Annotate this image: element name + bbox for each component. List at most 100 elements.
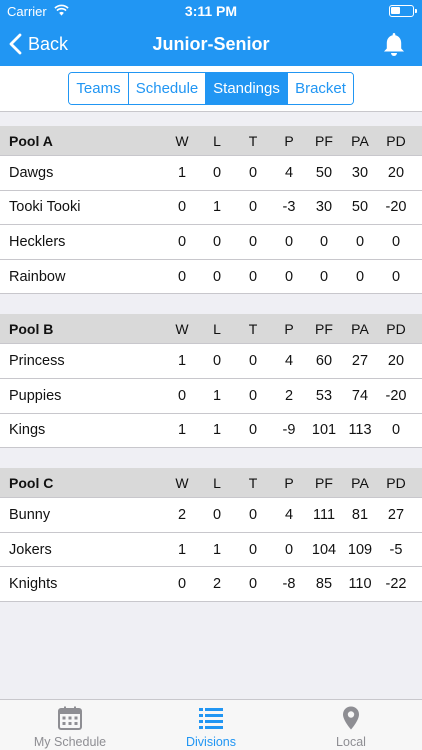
team-name: Bunny xyxy=(9,506,51,523)
standings-row[interactable]: Kings 1 1 0 -9 101 113 0 xyxy=(0,413,422,449)
stat-points-against: 110 xyxy=(348,576,372,593)
stat-ties: 0 xyxy=(248,541,258,558)
column-header-losses: L xyxy=(213,474,221,491)
standings-row[interactable]: Rainbow 0 0 0 0 0 0 0 xyxy=(0,259,422,295)
tab-local[interactable]: Local xyxy=(281,700,421,750)
list-icon xyxy=(199,708,223,729)
column-header-points-against: PA xyxy=(351,320,369,337)
standings-row[interactable]: Hecklers 0 0 0 0 0 0 0 xyxy=(0,225,422,260)
stat-wins: 1 xyxy=(177,353,187,370)
standings-row[interactable]: Knights 0 2 0 -8 85 110 -22 xyxy=(0,567,422,602)
stat-points-against: 74 xyxy=(351,387,369,404)
stat-wins: 0 xyxy=(177,576,187,593)
stat-points: 0 xyxy=(284,541,294,558)
standings-row[interactable]: Jokers 1 1 0 0 104 109 -5 xyxy=(0,532,422,568)
segment-schedule[interactable]: Schedule xyxy=(129,73,206,104)
tab-label: My Schedule xyxy=(33,735,107,749)
team-name: Jokers xyxy=(9,541,52,558)
stat-points-for: 104 xyxy=(311,541,337,558)
stat-points-for: 85 xyxy=(315,576,333,593)
stat-losses: 1 xyxy=(212,422,222,439)
section-spacer xyxy=(0,448,422,469)
team-name: Puppies xyxy=(9,387,62,404)
tab-label: Divisions xyxy=(185,735,236,749)
standings-list[interactable]: Pool A W L T P PF PA PD Dawgs 1 0 0 4 50 30 20 Tooki Too… xyxy=(0,112,422,699)
pool-name: Pool B xyxy=(9,320,54,337)
stat-points-for: 60 xyxy=(315,353,333,370)
pool-name: Pool A xyxy=(9,132,53,149)
stat-points-against: 30 xyxy=(351,164,369,181)
stat-points-for: 0 xyxy=(319,268,329,285)
stat-points-against: 50 xyxy=(351,199,369,216)
stat-point-diff: -20 xyxy=(385,199,407,216)
stat-points-for: 30 xyxy=(315,199,333,216)
stat-ties: 0 xyxy=(248,506,258,523)
standings-row[interactable]: Tooki Tooki 0 1 0 -3 30 50 -20 xyxy=(0,190,422,226)
column-header-points-for: PF xyxy=(315,474,333,491)
segment-area: Teams Schedule Standings Bracket xyxy=(0,66,422,112)
stat-losses: 0 xyxy=(212,506,222,523)
stat-points-against: 81 xyxy=(351,506,369,523)
stat-wins: 1 xyxy=(177,422,187,439)
standings-row[interactable]: Bunny 2 0 0 4 111 81 27 xyxy=(0,498,422,533)
stat-points-against: 0 xyxy=(355,233,365,250)
stat-wins: 1 xyxy=(177,541,187,558)
stat-point-diff: 27 xyxy=(387,506,405,523)
stat-points-against: 27 xyxy=(351,353,369,370)
stat-points-for: 101 xyxy=(311,422,337,439)
standings-row[interactable]: Dawgs 1 0 0 4 50 30 20 xyxy=(0,156,422,191)
stat-points-against: 109 xyxy=(347,541,373,558)
bell-icon[interactable] xyxy=(380,30,408,58)
stat-ties: 0 xyxy=(248,353,258,370)
column-header-point-diff: PD xyxy=(386,474,406,491)
segment-standings[interactable]: Standings xyxy=(206,73,288,104)
column-header-points: P xyxy=(284,474,294,491)
stat-wins: 2 xyxy=(177,506,187,523)
column-header-ties: T xyxy=(248,132,258,149)
stat-points: 0 xyxy=(284,233,294,250)
stat-points-for: 53 xyxy=(315,387,333,404)
stat-point-diff: 0 xyxy=(391,422,401,439)
stat-ties: 0 xyxy=(248,233,258,250)
stat-points: -8 xyxy=(282,576,296,593)
stat-losses: 2 xyxy=(212,576,222,593)
stat-point-diff: 0 xyxy=(391,268,401,285)
stat-points-against: 0 xyxy=(355,268,365,285)
stat-point-diff: -20 xyxy=(385,387,407,404)
stat-losses: 1 xyxy=(212,387,222,404)
stat-points-for: 50 xyxy=(315,164,333,181)
tab-label: Local xyxy=(336,735,366,749)
stat-losses: 1 xyxy=(212,199,222,216)
section-spacer xyxy=(0,112,422,126)
tab-divisions[interactable]: Divisions xyxy=(141,700,281,750)
stat-ties: 0 xyxy=(248,268,258,285)
tab-my-schedule[interactable]: My Schedule xyxy=(0,700,140,750)
column-header-points-against: PA xyxy=(351,132,369,149)
column-header-points: P xyxy=(284,320,294,337)
stat-point-diff: 0 xyxy=(391,233,401,250)
stat-ties: 0 xyxy=(248,422,258,439)
team-name: Knights xyxy=(9,576,58,593)
standings-row[interactable]: Princess 1 0 0 4 60 27 20 xyxy=(0,344,422,379)
stat-losses: 0 xyxy=(212,233,222,250)
stat-wins: 0 xyxy=(177,387,187,404)
segment-teams[interactable]: Teams xyxy=(69,73,129,104)
stat-ties: 0 xyxy=(248,576,258,593)
column-header-wins: W xyxy=(175,474,189,491)
stat-losses: 0 xyxy=(212,353,222,370)
stat-points: -9 xyxy=(282,422,296,439)
stat-points: -3 xyxy=(282,199,296,216)
status-time: 3:11 PM xyxy=(184,3,238,19)
column-header-point-diff: PD xyxy=(386,320,406,337)
team-name: Princess xyxy=(9,353,65,370)
column-header-points-for: PF xyxy=(315,320,333,337)
stat-points: 4 xyxy=(284,353,294,370)
section-spacer xyxy=(0,294,422,315)
stat-losses: 0 xyxy=(212,268,222,285)
standings-row[interactable]: Puppies 0 1 0 2 53 74 -20 xyxy=(0,378,422,414)
column-header-point-diff: PD xyxy=(386,132,406,149)
segment-bracket[interactable]: Bracket xyxy=(288,73,353,104)
stat-wins: 0 xyxy=(177,268,187,285)
team-name: Dawgs xyxy=(9,164,54,181)
stat-point-diff: -5 xyxy=(389,541,403,558)
